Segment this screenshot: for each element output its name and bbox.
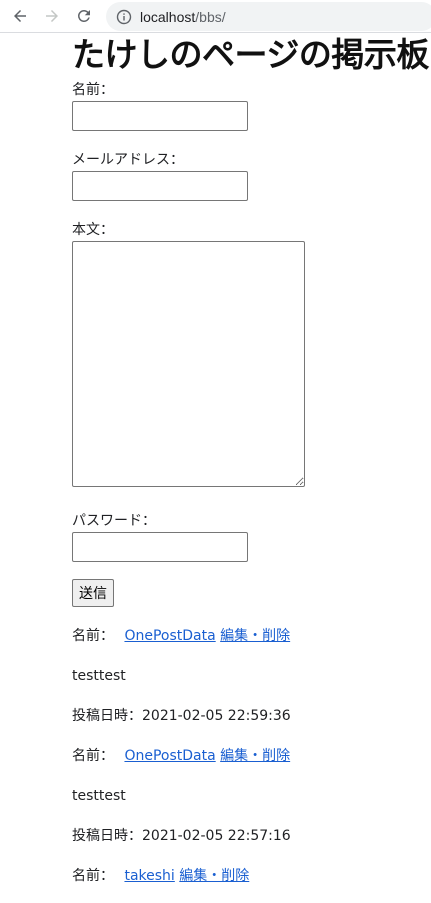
edit-delete-link[interactable]: 編集・削除	[179, 868, 249, 884]
post-name-line: 名前： OnePostData 編集・削除	[72, 746, 431, 766]
url-path: /bbs/	[195, 8, 226, 25]
post-date-label: 投稿日時：	[72, 828, 142, 844]
arrow-right-icon	[46, 10, 58, 22]
name-field[interactable]	[72, 101, 248, 131]
edit-delete-link[interactable]: 編集・削除	[220, 628, 290, 644]
arrow-left-icon	[14, 10, 26, 22]
post-author-link[interactable]: OnePostData	[124, 628, 215, 644]
body-textarea[interactable]	[72, 241, 305, 487]
info-icon[interactable]	[116, 9, 132, 25]
post-date: 投稿日時：2021-02-05 22:57:16	[72, 826, 431, 846]
address-bar[interactable]: localhost/bbs/	[106, 2, 431, 31]
password-label: パスワード：	[72, 513, 156, 529]
page-content: たけしのページの掲示板 名前： メールアドレス： 本文： パスワード： 送信 名…	[72, 33, 431, 886]
post-name-line: 名前： OnePostData 編集・削除	[72, 626, 431, 646]
forward-button[interactable]	[40, 4, 64, 28]
reload-button[interactable]	[72, 4, 96, 28]
page-title: たけしのページの掲示板	[72, 35, 429, 74]
post-date-label: 投稿日時：	[72, 708, 142, 724]
email-field[interactable]	[72, 171, 248, 201]
body-label: 本文：	[72, 222, 114, 238]
post-date: 投稿日時：2021-02-05 22:59:36	[72, 706, 431, 726]
submit-button[interactable]: 送信	[72, 579, 114, 607]
back-button[interactable]	[8, 4, 32, 28]
post-body: testtest	[72, 788, 126, 804]
post-author-link[interactable]: OnePostData	[124, 748, 215, 764]
post-form: 名前： メールアドレス： 本文： パスワード： 送信	[72, 80, 431, 607]
password-field[interactable]	[72, 532, 248, 562]
browser-toolbar: localhost/bbs/	[0, 0, 431, 33]
post-date-value: 2021-02-05 22:59:36	[142, 708, 291, 724]
post-name-label: 名前：	[72, 628, 114, 644]
post-name-line: 名前： takeshi 編集・削除	[72, 866, 431, 886]
post-author-link[interactable]: takeshi	[124, 868, 174, 884]
url-text: localhost/bbs/	[140, 9, 226, 25]
reload-icon	[77, 9, 90, 22]
email-label: メールアドレス：	[72, 152, 184, 168]
name-label: 名前：	[72, 82, 114, 98]
edit-delete-link[interactable]: 編集・削除	[220, 748, 290, 764]
post-date-value: 2021-02-05 22:57:16	[142, 828, 291, 844]
url-host: localhost	[140, 8, 196, 25]
post-list: 名前： OnePostData 編集・削除 testtest 投稿日時：2021…	[72, 626, 431, 886]
post-name-label: 名前：	[72, 748, 114, 764]
post-body: testtest	[72, 668, 126, 684]
post-name-label: 名前：	[72, 868, 114, 884]
